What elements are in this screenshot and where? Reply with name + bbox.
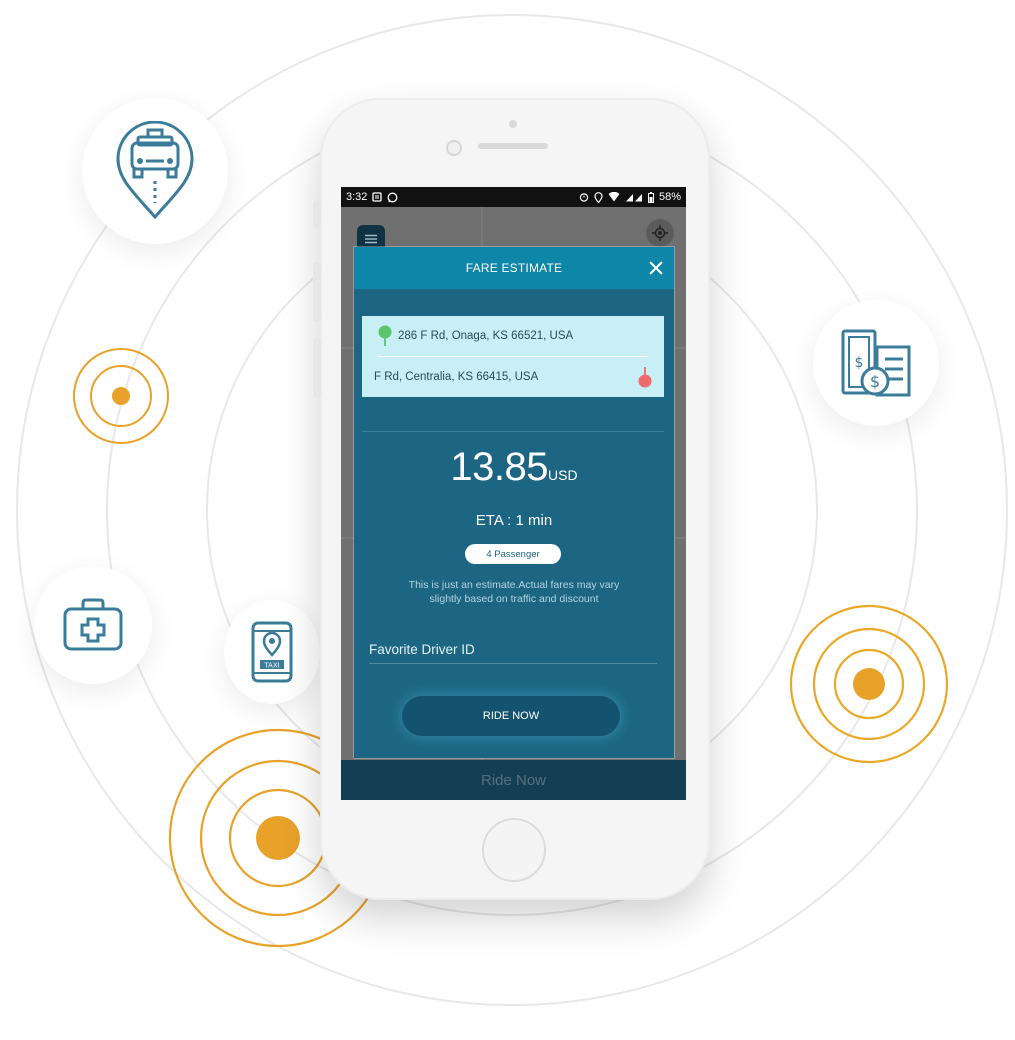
phone-camera [446,140,462,156]
modal-divider [362,431,664,432]
first-aid-bubble [34,566,152,684]
status-bar: 3:32 58% [341,187,686,207]
home-button[interactable] [482,818,546,882]
battery-icon [647,191,654,203]
money-bill-bubble: $ $ [813,300,939,426]
svg-text:$: $ [855,355,864,371]
notification-icon [372,192,383,202]
drop-address-row[interactable]: F Rd, Centralia, KS 66415, USA [362,357,664,397]
modal-title: FARE ESTIMATE [465,261,563,275]
address-card: 286 F Rd, Onaga, KS 66521, USA F Rd, Cen… [362,316,664,397]
pickup-pin-icon [378,325,392,346]
mobile-taxi-app-icon: TAXI [251,621,293,683]
phone-screen: 3:32 58% Ride Now FARE ESTIMATE 286 F Rd… [341,187,686,800]
whatsapp-icon [387,192,398,202]
wifi-icon [608,192,620,202]
phone-volume-down [313,338,321,398]
svg-text:$: $ [870,372,880,391]
favorite-driver-input[interactable] [369,635,657,664]
hamburger-icon [365,234,377,244]
bottom-ride-now-label: Ride Now [480,771,547,789]
pickup-address-row[interactable]: 286 F Rd, Onaga, KS 66521, USA [362,316,664,356]
ride-now-button[interactable]: RIDE NOW [402,696,620,736]
phone-sensor [509,120,517,128]
disclaimer-text: This is just an estimate.Actual fares ma… [384,578,644,606]
fare-currency: USD [548,467,578,483]
status-right: 58% [579,191,681,203]
locate-me-button[interactable] [646,219,674,247]
taxi-location-bubble [82,98,228,244]
status-time: 3:32 [346,191,368,203]
disclaimer-line-1: This is just an estimate.Actual fares ma… [408,579,620,591]
phone-volume-up [313,262,321,322]
disclaimer-line-2: slightly based on traffic and discount [429,593,599,605]
battery-percent: 58% [658,191,681,203]
signal-icon [625,194,642,202]
fare-amount-block: 13.85USD [354,445,674,490]
mobile-taxi-bubble: TAXI [224,600,320,704]
phone-speaker [478,143,548,149]
svg-text:TAXI: TAXI [263,662,279,670]
taxi-location-icon [116,121,194,220]
money-bill-icon: $ $ [841,329,911,397]
fare-amount: 13.85 [450,445,549,489]
location-icon [594,191,603,203]
drop-pin-icon [638,367,652,388]
phone-side-button [313,200,321,228]
first-aid-kit-icon [63,598,123,651]
passenger-badge[interactable]: 4 Passenger [465,544,561,564]
close-icon[interactable] [646,258,666,278]
pickup-address: 286 F Rd, Onaga, KS 66521, USA [398,330,574,342]
crosshair-icon [652,225,668,241]
eta-text: ETA : 1 min [475,512,553,529]
status-left: 3:32 [346,191,398,203]
modal-header: FARE ESTIMATE [354,247,674,289]
drop-address: F Rd, Centralia, KS 66415, USA [374,371,539,383]
alarm-icon [579,193,589,202]
bottom-ride-now-bar[interactable]: Ride Now [341,760,686,800]
fare-estimate-modal: FARE ESTIMATE 286 F Rd, Onaga, KS 66521,… [354,247,674,758]
